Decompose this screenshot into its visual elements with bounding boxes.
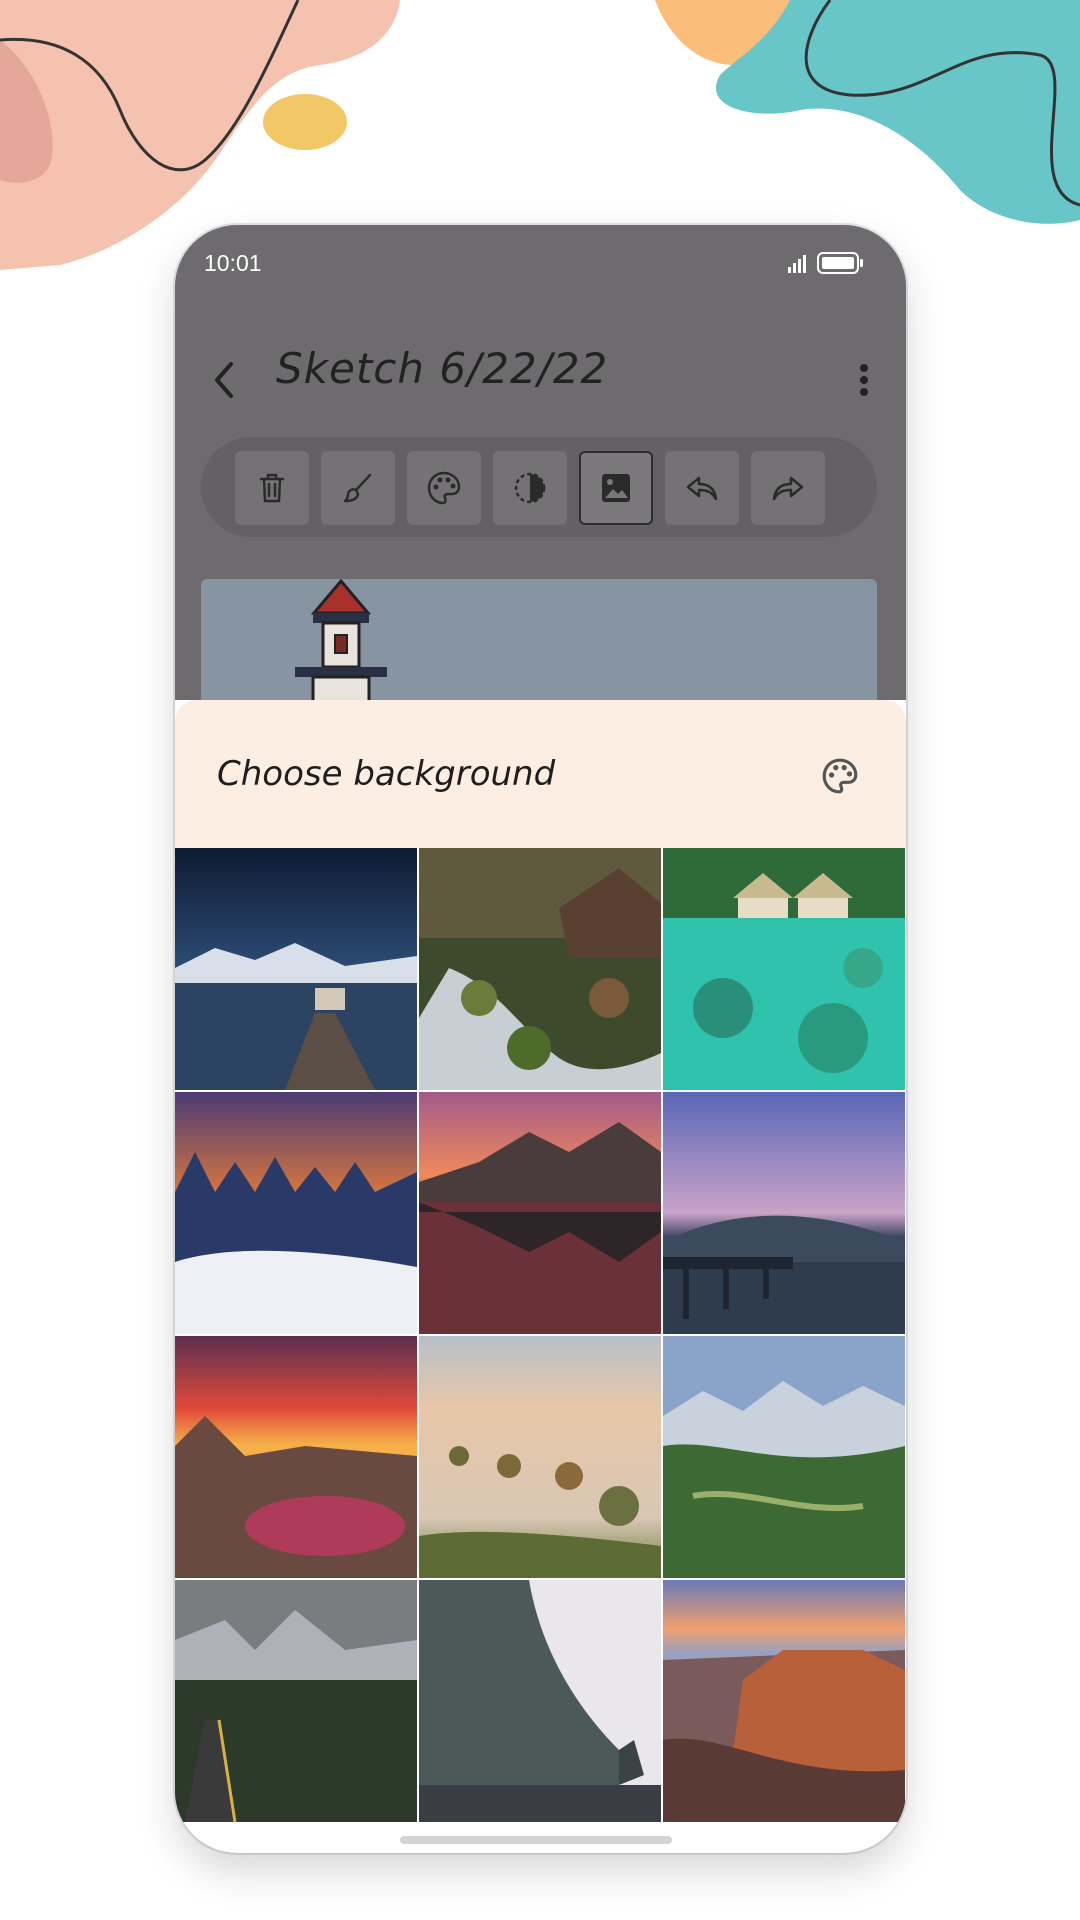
status-time: 10:01 bbox=[204, 250, 262, 276]
sheet-title: Choose background bbox=[217, 754, 556, 794]
brush-icon bbox=[343, 473, 372, 503]
undo-icon bbox=[686, 476, 718, 501]
background-tile[interactable] bbox=[419, 1336, 661, 1578]
background-tile[interactable] bbox=[419, 1092, 661, 1334]
background-tile[interactable] bbox=[419, 1580, 661, 1822]
background-tile[interactable] bbox=[663, 848, 905, 1090]
palette-icon[interactable] bbox=[820, 756, 860, 796]
drawing-toolbar bbox=[201, 437, 877, 537]
color-palette-button[interactable] bbox=[407, 451, 481, 525]
battery-icon bbox=[817, 252, 863, 274]
sheet-header: Choose background bbox=[175, 700, 906, 848]
status-bar: 10:01 bbox=[175, 225, 906, 305]
back-arrow-icon[interactable] bbox=[203, 350, 247, 410]
image-icon bbox=[602, 474, 630, 502]
signal-icon bbox=[788, 255, 806, 273]
background-tile[interactable] bbox=[419, 848, 661, 1090]
more-options-icon[interactable] bbox=[849, 350, 879, 410]
delete-button[interactable] bbox=[235, 451, 309, 525]
choose-background-sheet: Choose background bbox=[175, 700, 906, 1853]
trash-icon bbox=[259, 473, 285, 503]
brush-button[interactable] bbox=[321, 451, 395, 525]
contrast-button[interactable] bbox=[493, 451, 567, 525]
background-tile[interactable] bbox=[175, 1580, 417, 1822]
redo-button[interactable] bbox=[751, 451, 825, 525]
background-image-button[interactable] bbox=[579, 451, 653, 525]
palette-icon bbox=[427, 471, 461, 505]
undo-button[interactable] bbox=[665, 451, 739, 525]
phone-frame: 10:01 Sketch 6/22/22 Choose background bbox=[175, 225, 906, 1853]
contrast-icon bbox=[514, 472, 546, 504]
background-tile[interactable] bbox=[175, 1336, 417, 1578]
background-tile[interactable] bbox=[663, 1336, 905, 1578]
background-tile[interactable] bbox=[663, 1580, 905, 1822]
background-tile[interactable] bbox=[175, 1092, 417, 1334]
background-tile[interactable] bbox=[663, 1092, 905, 1334]
page-title: Sketch 6/22/22 bbox=[276, 344, 609, 393]
home-indicator[interactable] bbox=[400, 1836, 672, 1844]
background-tile[interactable] bbox=[175, 848, 417, 1090]
app-bar: Sketch 6/22/22 bbox=[175, 320, 906, 440]
redo-icon bbox=[772, 476, 804, 501]
